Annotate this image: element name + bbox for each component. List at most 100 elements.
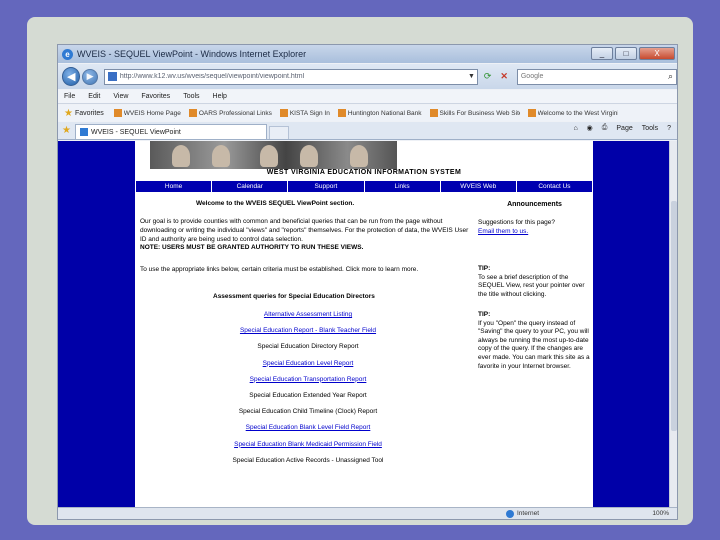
query-link[interactable]: Alternative Assessment Listing [140, 307, 476, 323]
tip-text: To see a brief description of the SEQUEL… [478, 273, 585, 298]
query-item: Special Education Extended Year Report [249, 391, 367, 399]
favorite-item[interactable]: WVEIS Home Page [113, 109, 181, 117]
tip-text: If you "Open" the query instead of "Savi… [478, 319, 590, 370]
ie-logo-icon: e [62, 48, 73, 60]
menu-tools[interactable]: Tools [183, 93, 199, 100]
stop-icon[interactable]: ✕ [497, 70, 510, 84]
window-controls: _ □ X [591, 47, 675, 60]
favorite-page-icon [337, 109, 346, 117]
page-viewport: WEST VIRGINIA EDUCATION INFORMATION SYST… [58, 141, 677, 507]
page-icon [107, 72, 117, 81]
favorite-page-icon [527, 109, 536, 117]
welcome-heading: Welcome to the WVEIS SEQUEL ViewPoint se… [196, 200, 355, 207]
help-icon[interactable]: ? [667, 125, 671, 132]
refresh-icon[interactable]: ⟳ [481, 70, 494, 84]
tab-title: WVEIS - SEQUEL ViewPoint [90, 128, 181, 136]
address-dropdown-icon[interactable]: ▼ [468, 73, 475, 80]
suggestions-text: Suggestions for this page? [478, 219, 555, 226]
favorites-button[interactable]: Favorites [75, 110, 104, 117]
menu-view[interactable]: View [113, 93, 128, 100]
print-icon[interactable]: ⎙ [602, 124, 608, 132]
vertical-scrollbar[interactable] [669, 141, 677, 507]
favorites-bar: ★ Favorites WVEIS Home Page OARS Profess… [58, 105, 677, 121]
suggestions-block: Suggestions for this page? Email them to… [478, 219, 591, 236]
favorite-item[interactable]: OARS Professional Links [188, 109, 272, 117]
feeds-icon[interactable]: ◉ [587, 124, 593, 132]
tip-block: TIP: If you "Open" the query instead of … [478, 311, 591, 371]
email-link[interactable]: Email them to us. [478, 228, 528, 235]
favorite-item[interactable]: Huntington National Bank [337, 109, 422, 117]
favorite-page-icon [113, 109, 122, 117]
query-link[interactable]: Special Education Report - Blank Teacher… [140, 323, 476, 339]
menu-edit[interactable]: Edit [88, 93, 100, 100]
favorite-item[interactable]: Skills For Business Web Sites [429, 109, 520, 117]
zoom-level[interactable]: 100% [652, 510, 669, 517]
title-bar[interactable]: e WVEIS - SEQUEL ViewPoint - Windows Int… [58, 45, 677, 63]
right-blue-margin [593, 141, 669, 507]
query-link[interactable]: Special Education Transportation Report [140, 372, 476, 388]
close-button[interactable]: X [639, 47, 675, 60]
query-link[interactable]: Special Education Blank Medicaid Permiss… [140, 437, 476, 453]
forward-button[interactable]: ▶ [82, 68, 98, 85]
favorite-page-icon [429, 109, 438, 117]
favorite-page-icon [188, 109, 197, 117]
search-provider: Google [520, 73, 544, 80]
tip-label: TIP: [478, 265, 491, 272]
tip-block: TIP: To see a brief description of the S… [478, 265, 591, 299]
query-item: Special Education Child Timeline (Clock)… [238, 408, 378, 416]
nav-links[interactable]: Links [365, 181, 441, 192]
query-item: Special Education Active Records - Unass… [232, 456, 384, 464]
favorite-label: Welcome to the West Virginia [537, 109, 618, 117]
zone-label: Internet [517, 510, 540, 517]
address-bar[interactable]: http://www.k12.wv.us/wveis/sequel/viewpo… [103, 68, 478, 85]
nav-home[interactable]: Home [136, 181, 213, 192]
nav-contact-us[interactable]: Contact Us [517, 181, 592, 192]
section-heading: Assessment queries for Special Education… [213, 293, 375, 300]
query-link[interactable]: Special Education Blank Level Field Repo… [140, 420, 476, 436]
favorite-label: Huntington National Bank [347, 109, 422, 117]
command-bar: ⌂ ◉ ⎙ Page Tools ? [573, 124, 671, 132]
header-photo [150, 141, 397, 169]
favorite-label: Skills For Business Web Sites [439, 109, 520, 117]
authority-note: NOTE: USERS MUST BE GRANTED AUTHORITY TO… [140, 244, 364, 252]
scrollbar-thumb[interactable] [671, 201, 677, 431]
menu-help[interactable]: Help [213, 93, 227, 100]
favorite-item[interactable]: Welcome to the West Virginia [527, 109, 618, 117]
tools-menu[interactable]: Tools [642, 125, 658, 132]
minimize-button[interactable]: _ [591, 47, 613, 60]
favorite-item[interactable]: KISTA Sign In [279, 109, 330, 117]
search-box[interactable]: Google ⌕ [516, 68, 677, 85]
nav-wveis-web[interactable]: WVEIS Web [441, 181, 517, 192]
favorite-label: KISTA Sign In [289, 109, 330, 117]
globe-icon [506, 509, 514, 518]
favorite-page-icon [279, 109, 288, 117]
window-title: WVEIS - SEQUEL ViewPoint - Windows Inter… [77, 49, 307, 59]
query-item: Special Education Directory Report [257, 343, 359, 351]
new-tab-button[interactable] [268, 126, 289, 139]
site-nav: Home Calendar Support Links WVEIS Web Co… [136, 181, 592, 192]
tab-active[interactable]: WVEIS - SEQUEL ViewPoint [74, 124, 267, 139]
query-list: Alternative Assessment Listing Special E… [140, 307, 476, 469]
back-button[interactable]: ◀ [62, 67, 81, 86]
query-link[interactable]: Special Education Level Report [140, 356, 476, 372]
address-url[interactable]: http://www.k12.wv.us/wveis/sequel/viewpo… [120, 73, 450, 80]
browser-window: e WVEIS - SEQUEL ViewPoint - Windows Int… [57, 44, 678, 520]
address-row: ◀ ▶ http://www.k12.wv.us/wveis/sequel/vi… [58, 64, 677, 89]
nav-support[interactable]: Support [288, 181, 365, 192]
menu-file[interactable]: File [64, 93, 75, 100]
favorite-label: OARS Professional Links [198, 109, 272, 117]
favorites-star-icon[interactable]: ★ [64, 108, 73, 119]
menu-bar: File Edit View Favorites Tools Help [58, 90, 677, 104]
favorite-label: WVEIS Home Page [123, 109, 181, 117]
tip-label: TIP: [478, 311, 491, 318]
link-instructions[interactable]: To use the appropriate links below, cert… [140, 266, 480, 273]
home-icon[interactable]: ⌂ [573, 125, 577, 132]
nav-calendar[interactable]: Calendar [212, 181, 289, 192]
security-zone: Internet [506, 509, 540, 518]
favorites-center-icon[interactable]: ★ [62, 125, 71, 136]
search-icon[interactable]: ⌕ [668, 71, 673, 82]
maximize-button[interactable]: □ [615, 47, 637, 60]
site-name: WEST VIRGINIA EDUCATION INFORMATION SYST… [266, 169, 462, 176]
page-menu[interactable]: Page [616, 125, 632, 132]
menu-favorites[interactable]: Favorites [141, 93, 170, 100]
